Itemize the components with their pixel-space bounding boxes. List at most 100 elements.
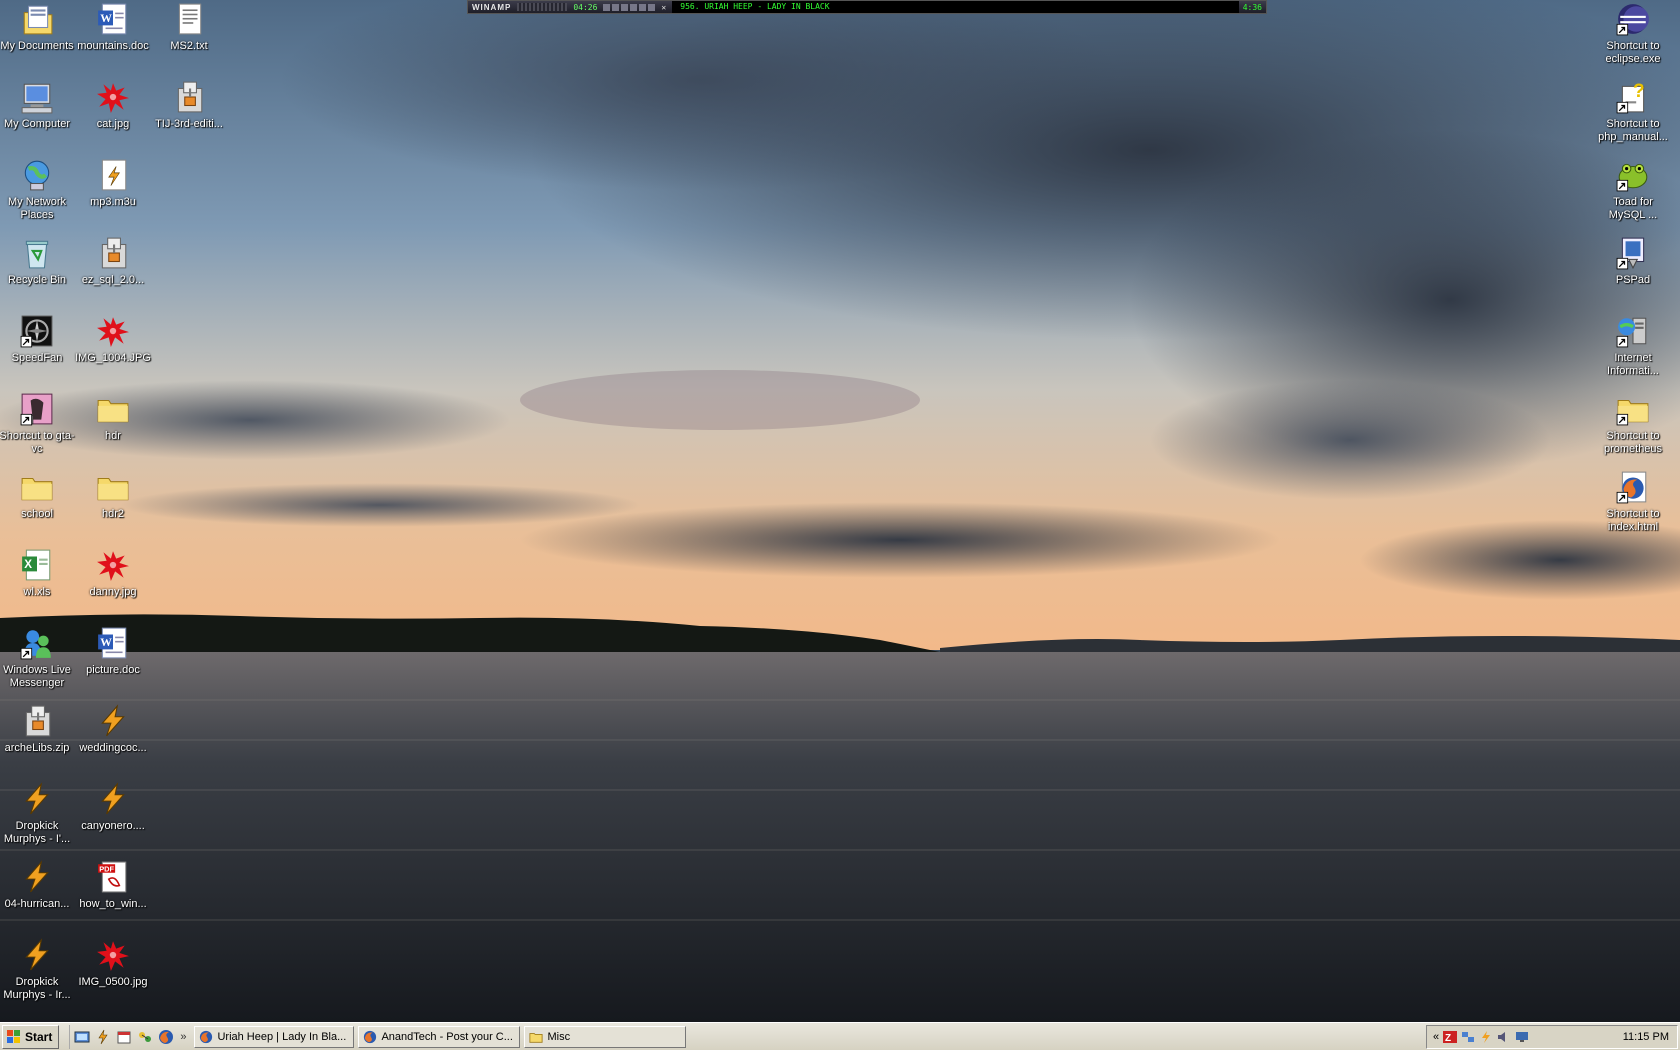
next-icon[interactable] xyxy=(639,3,647,11)
winamp-tray-icon[interactable] xyxy=(1479,1030,1493,1044)
winamp-close-icon[interactable]: ✕ xyxy=(661,3,666,12)
desktop-icon[interactable]: Dropkick Murphys - Ir... xyxy=(0,938,75,1002)
desktop-icon[interactable]: weddingcoc... xyxy=(75,704,151,755)
monitor-icon[interactable] xyxy=(1515,1030,1529,1044)
firefox-quicklaunch-icon[interactable] xyxy=(158,1029,174,1045)
pause-icon[interactable] xyxy=(621,3,629,11)
task-button-anandtech[interactable]: AnandTech - Post your C... xyxy=(358,1025,521,1048)
desktop-icon[interactable]: hdr xyxy=(75,392,151,443)
desktop-icon[interactable]: Toad for MySQL ... xyxy=(1595,158,1671,222)
desktop-icon-label: canyonero.... xyxy=(81,820,145,832)
winamp-controls[interactable] xyxy=(603,3,656,11)
desktop-icon[interactable]: ez_sql_2.0... xyxy=(75,236,151,287)
show-desktop-icon[interactable] xyxy=(74,1029,90,1045)
desktop-icon[interactable]: mp3.m3u xyxy=(75,158,151,209)
desktop-icon-label: weddingcoc... xyxy=(79,742,147,754)
desktop-icon-label: My Network Places xyxy=(7,196,67,221)
desktop-icon[interactable]: TIJ-3rd-editi... xyxy=(151,80,227,131)
playlist-icon xyxy=(101,159,127,191)
desktop-icon-label: My Documents xyxy=(0,40,74,52)
desktop-icon[interactable]: My Computer xyxy=(0,80,75,131)
winamp-media-icon xyxy=(101,704,125,737)
desktop-icon[interactable]: danny.jpg xyxy=(75,548,151,599)
desktop-icon-label: 04-hurrican... xyxy=(4,898,70,910)
desktop-icon-label: Internet Informati... xyxy=(1607,352,1659,377)
desktop-wallpaper xyxy=(0,0,1680,1022)
desktop-icon-label: Toad for MySQL ... xyxy=(1608,196,1658,221)
desktop-icon[interactable]: school xyxy=(0,470,75,521)
folder-icon xyxy=(97,399,129,423)
network-icon[interactable] xyxy=(1461,1030,1475,1044)
quicklaunch-chevron[interactable]: » xyxy=(180,1031,186,1043)
network-places-icon xyxy=(24,160,50,191)
desktop-icon[interactable]: ? Shortcut to php_manual... xyxy=(1595,80,1671,144)
desktop-icon[interactable]: PSPad xyxy=(1595,236,1671,287)
clock[interactable]: 11:15 PM xyxy=(1623,1031,1669,1043)
desktop-icon[interactable]: Xwl.xls xyxy=(0,548,75,599)
desktop-icon[interactable]: Wpicture.doc xyxy=(75,626,151,677)
desktop-icon[interactable]: archeLibs.zip xyxy=(0,704,75,755)
desktop-icon-label: TIJ-3rd-editi... xyxy=(155,118,223,130)
task-button-misc[interactable]: Misc xyxy=(524,1025,687,1048)
calendar-icon[interactable] xyxy=(116,1029,132,1045)
desktop-icon[interactable]: Windows Live Messenger xyxy=(0,626,75,690)
desktop-icon[interactable]: PDF how_to_win... xyxy=(75,860,151,911)
firefox-icon xyxy=(200,1030,213,1043)
desktop-icon[interactable]: Shortcut to eclipse.exe xyxy=(1595,2,1671,66)
desktop-icon[interactable]: Recycle Bin xyxy=(0,236,75,287)
text-file-icon xyxy=(178,3,202,35)
desktop-icon[interactable]: Shortcut to prometheus xyxy=(1595,392,1671,456)
folder-icon xyxy=(97,477,129,501)
start-label: Start xyxy=(25,1029,53,1044)
winamp-quicklaunch-icon[interactable] xyxy=(95,1029,111,1045)
desktop-icon-label: ez_sql_2.0... xyxy=(81,274,145,286)
desktop-icon[interactable]: Dropkick Murphys - I'... xyxy=(0,782,75,846)
desktop-icon[interactable]: cat.jpg xyxy=(75,80,151,131)
desktop-icon[interactable]: hdr2 xyxy=(75,470,151,521)
image-splat-icon xyxy=(97,551,129,581)
desktop-icon[interactable]: Shortcut to gta-vc xyxy=(0,392,75,456)
desktop-icon[interactable]: My Network Places xyxy=(0,158,75,222)
archive-icon xyxy=(25,705,51,737)
start-button[interactable]: Start xyxy=(2,1024,60,1049)
desktop-icon[interactable]: IMG_0500.jpg xyxy=(75,938,151,989)
system-tray: « Z 11:15 PM xyxy=(1426,1025,1678,1049)
svg-text:W: W xyxy=(100,636,112,649)
desktop-icon-label: school xyxy=(21,508,53,520)
previous-icon[interactable] xyxy=(603,3,611,11)
word-doc-icon: W xyxy=(98,627,127,659)
my-documents-icon xyxy=(23,5,53,35)
taskbar: Start » Uriah Heep | Lady In Bla... Anan… xyxy=(0,1022,1680,1050)
stop-icon[interactable] xyxy=(630,3,638,11)
desktop-icon[interactable]: IMG_1004.JPG xyxy=(75,314,151,365)
desktop-icon-label: Shortcut to gta-vc xyxy=(0,430,75,455)
my-computer-icon xyxy=(21,83,53,114)
folder-icon xyxy=(1616,399,1649,426)
desktop-icon[interactable]: 04-hurrican... xyxy=(0,860,75,911)
desktop-icon[interactable]: Wmountains.doc xyxy=(75,2,151,53)
desktop-icon[interactable]: SpeedFan xyxy=(0,314,75,365)
task-label: AnandTech - Post your C... xyxy=(381,1030,513,1043)
tray-expand-chevron[interactable]: « xyxy=(1433,1031,1439,1043)
desktop-icon[interactable]: Internet Informati... xyxy=(1595,314,1671,378)
winamp-media-icon xyxy=(25,782,49,815)
image-splat-icon xyxy=(97,317,129,347)
desktop-icon[interactable]: Shortcut to index.html xyxy=(1595,470,1671,534)
pspad-icon xyxy=(1616,237,1645,270)
network-tool-icon[interactable] xyxy=(137,1029,153,1045)
svg-text:Z: Z xyxy=(1445,1033,1451,1044)
winamp-logo: WINAMP xyxy=(472,2,512,12)
zonealarm-icon[interactable]: Z xyxy=(1443,1030,1458,1044)
desktop-icon[interactable]: canyonero.... xyxy=(75,782,151,833)
desktop-icon-label: IMG_1004.JPG xyxy=(75,352,151,364)
desktop-icon-label: IMG_0500.jpg xyxy=(78,976,148,988)
eject-icon[interactable] xyxy=(648,3,656,11)
desktop-icon[interactable]: My Documents xyxy=(0,2,75,53)
winamp-media-icon xyxy=(25,860,49,893)
winamp-windowshade-bar[interactable]: WINAMP 04:26 ✕ 956. URIAH HEEP - LADY IN… xyxy=(467,0,1267,14)
play-icon[interactable] xyxy=(612,3,620,11)
task-button-uriah-heep[interactable]: Uriah Heep | Lady In Bla... xyxy=(194,1025,355,1048)
folder-icon xyxy=(21,477,53,501)
speaker-icon[interactable] xyxy=(1497,1030,1511,1044)
desktop-icon[interactable]: MS2.txt xyxy=(151,2,227,53)
